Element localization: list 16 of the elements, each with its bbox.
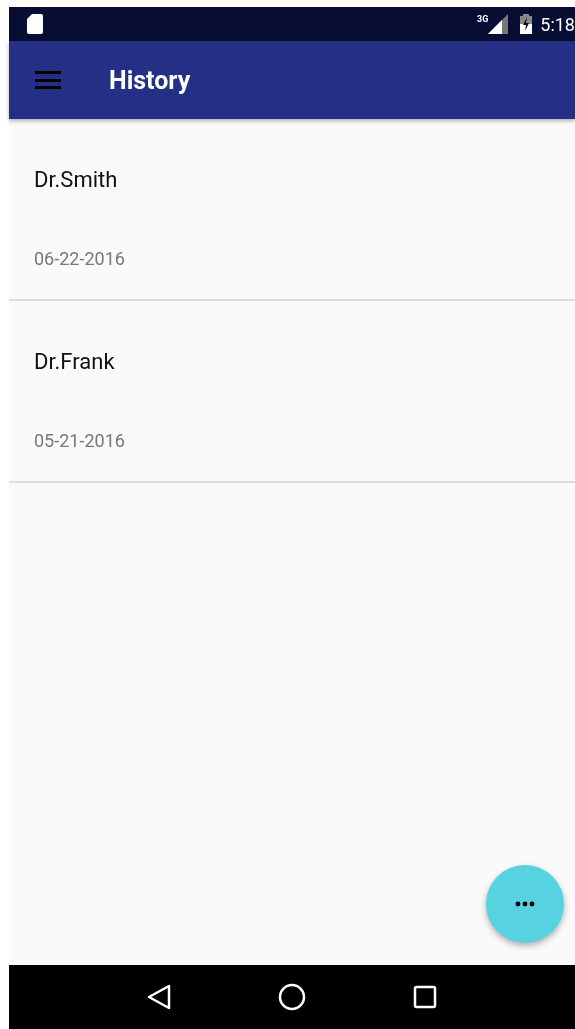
- signal-icon: [488, 14, 509, 34]
- visit-date: 05-21-2016: [34, 430, 126, 451]
- back-icon[interactable]: [147, 984, 172, 1010]
- history-item[interactable]: Dr.Smith 06-22-2016: [9, 119, 575, 301]
- home-icon[interactable]: [278, 983, 306, 1011]
- history-item[interactable]: Dr.Frank 05-21-2016: [9, 301, 575, 483]
- sd-card-icon: [27, 14, 43, 34]
- battery-charging-icon: [520, 14, 533, 34]
- screen-title: History: [109, 65, 191, 95]
- visit-date: 06-22-2016: [34, 248, 126, 269]
- network-label: 3G: [476, 14, 489, 24]
- more-dots-icon: [515, 901, 535, 907]
- doctor-name: Dr.Frank: [34, 349, 116, 374]
- clock-time: 5:18: [540, 13, 575, 35]
- recents-icon[interactable]: [412, 985, 437, 1009]
- doctor-name: Dr.Smith: [34, 167, 119, 192]
